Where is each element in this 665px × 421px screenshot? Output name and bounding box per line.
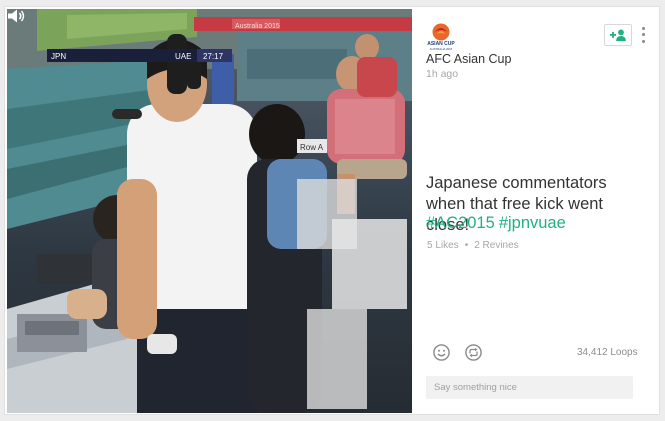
hashtag-link[interactable]: #jpnvuae <box>499 214 566 232</box>
channel-avatar[interactable]: ASIAN CUP AUSTRALIA 2015 <box>426 23 456 53</box>
post-stats: 5 Likes • 2 Revines <box>427 240 519 251</box>
speaker-icon[interactable] <box>7 9 25 23</box>
more-dot <box>641 26 645 30</box>
likes-count[interactable]: 5 Likes <box>427 240 459 251</box>
hashtag-link[interactable]: #AC2015 <box>426 214 495 232</box>
follow-button[interactable] <box>604 24 632 46</box>
seat-sign-text: Row A <box>300 143 324 152</box>
video-player[interactable]: JPN UAE 27:17 Australia 2015 Row A <box>7 9 412 413</box>
revines-count[interactable]: 2 Revines <box>474 240 518 251</box>
scoreboard-team-left: JPN <box>51 52 66 61</box>
smile-icon[interactable] <box>433 344 450 361</box>
more-dot <box>641 40 645 44</box>
afc-logo: ASIAN CUP AUSTRALIA 2015 <box>427 23 455 51</box>
more-dot <box>641 33 645 37</box>
scoreboard-clock: 27:17 <box>203 52 224 61</box>
vertical-dots-icon[interactable] <box>638 25 648 45</box>
revine-icon[interactable] <box>465 344 482 361</box>
add-user-icon <box>610 29 626 41</box>
scoreboard-team-right: UAE <box>175 52 191 61</box>
loops-count: 34,412 Loops <box>577 347 638 358</box>
post-hashtags: #AC2015 #jpnvuae <box>426 213 648 234</box>
sideline-board-text: Australia 2015 <box>235 23 280 30</box>
stats-separator: • <box>464 240 469 251</box>
video-frame: JPN UAE 27:17 Australia 2015 Row A <box>7 9 412 413</box>
channel-name[interactable]: AFC Asian Cup <box>426 51 511 67</box>
comment-input[interactable] <box>426 376 633 399</box>
post-time: 1h ago <box>426 68 459 80</box>
